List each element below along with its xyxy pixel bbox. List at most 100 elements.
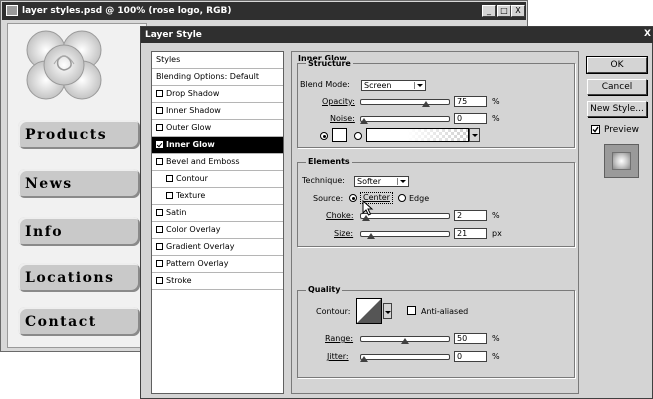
glow-color-swatch[interactable]: [332, 128, 347, 142]
contour-picker-button[interactable]: [383, 303, 392, 319]
style-checkbox[interactable]: [156, 243, 163, 250]
minimize-button[interactable]: _: [482, 5, 496, 17]
opacity-slider-thumb[interactable]: [421, 101, 430, 107]
style-list-label: Satin: [166, 208, 187, 217]
source-edge-radio[interactable]: [398, 194, 406, 202]
gradient-picker-button[interactable]: [469, 128, 480, 142]
style-checkbox[interactable]: [156, 90, 163, 97]
source-center-radio[interactable]: [349, 194, 357, 202]
technique-select[interactable]: Softer: [354, 176, 409, 187]
jitter-unit: %: [492, 352, 500, 361]
nav-button-products[interactable]: Products: [18, 120, 140, 149]
size-label: Size:: [334, 229, 354, 238]
opacity-unit: %: [492, 97, 500, 106]
gradient-fill-radio[interactable]: [354, 132, 362, 140]
contour-label: Contour:: [316, 307, 351, 316]
choke-unit: %: [492, 211, 500, 220]
size-input[interactable]: 21: [454, 228, 487, 239]
dialog-title-bar[interactable]: Layer Style X: [141, 27, 653, 43]
style-list-item[interactable]: Stroke: [152, 273, 283, 290]
style-list-label: Color Overlay: [166, 225, 221, 234]
chevron-down-icon: [383, 309, 392, 316]
opacity-label: Opacity:: [322, 97, 355, 106]
style-list-item[interactable]: Blending Options: Default: [152, 69, 283, 86]
anti-aliased-label: Anti-aliased: [421, 307, 469, 316]
dialog-close-icon[interactable]: X: [644, 29, 653, 41]
gradient-swatch[interactable]: [366, 128, 469, 142]
style-list-label: Gradient Overlay: [166, 242, 235, 251]
mouse-cursor-icon: [362, 200, 374, 216]
noise-slider-thumb[interactable]: [360, 118, 368, 124]
opacity-input[interactable]: 75: [454, 96, 487, 107]
new-style-button[interactable]: New Style...: [587, 101, 647, 117]
jitter-slider-thumb[interactable]: [360, 356, 368, 362]
range-slider-thumb[interactable]: [401, 338, 409, 344]
chevron-down-icon: [470, 132, 479, 139]
style-list-label: Pattern Overlay: [166, 259, 229, 268]
quality-legend: Quality: [306, 285, 343, 294]
preview-checkbox[interactable]: [591, 125, 600, 134]
opacity-slider[interactable]: [360, 99, 450, 105]
jitter-slider[interactable]: [360, 354, 450, 360]
document-title: layer styles.psd @ 100% (rose logo, RGB): [22, 6, 232, 16]
style-list-item[interactable]: Bevel and Emboss: [152, 154, 283, 171]
source-edge-label[interactable]: Edge: [409, 195, 429, 203]
technique-label: Technique:: [302, 176, 345, 185]
style-list-item[interactable]: Texture: [152, 188, 283, 205]
nav-button-info[interactable]: Info: [18, 217, 140, 246]
blend-mode-select[interactable]: Screen: [361, 80, 426, 91]
maximize-button[interactable]: □: [497, 5, 511, 17]
color-fill-radio[interactable]: [320, 132, 328, 140]
noise-label: Noise:: [330, 114, 355, 123]
choke-input[interactable]: 2: [454, 210, 487, 221]
noise-input[interactable]: 0: [454, 113, 487, 124]
style-list-item[interactable]: Satin: [152, 205, 283, 222]
cancel-button[interactable]: Cancel: [587, 79, 647, 95]
style-list-label: Inner Shadow: [166, 106, 221, 115]
style-checkbox[interactable]: [156, 209, 163, 216]
size-unit: px: [492, 229, 502, 238]
nav-button-locations[interactable]: Locations: [18, 263, 140, 292]
choke-label: Choke:: [326, 211, 354, 220]
style-list-item[interactable]: Styles: [152, 52, 283, 69]
anti-aliased-checkbox[interactable]: [407, 306, 416, 315]
ok-button[interactable]: OK: [586, 56, 648, 74]
style-list-item[interactable]: Inner Glow: [152, 137, 283, 154]
style-list-item[interactable]: Outer Glow: [152, 120, 283, 137]
preview-label: Preview: [604, 125, 640, 135]
style-checkbox[interactable]: [156, 277, 163, 284]
jitter-input[interactable]: 0: [454, 351, 487, 362]
style-checkbox[interactable]: [166, 192, 173, 199]
nav-button-contact[interactable]: Contact: [18, 307, 140, 336]
style-list-item[interactable]: Pattern Overlay: [152, 256, 283, 273]
photoshop-document-icon: [6, 5, 18, 16]
noise-slider[interactable]: [360, 116, 450, 122]
chevron-down-icon: [414, 82, 424, 89]
source-label: Source:: [313, 194, 344, 203]
style-list-item[interactable]: Inner Shadow: [152, 103, 283, 120]
document-canvas[interactable]: Products News Info Locations Contact: [7, 23, 147, 348]
style-checkbox[interactable]: [156, 226, 163, 233]
document-title-bar[interactable]: layer styles.psd @ 100% (rose logo, RGB)…: [2, 2, 526, 20]
style-list-item[interactable]: Color Overlay: [152, 222, 283, 239]
style-checkbox[interactable]: [156, 124, 163, 131]
range-unit: %: [492, 334, 500, 343]
style-checkbox[interactable]: [156, 158, 163, 165]
style-list-label: Styles: [156, 55, 181, 64]
style-checkbox[interactable]: [166, 175, 173, 182]
style-checkbox[interactable]: [156, 141, 163, 148]
style-list-label: Contour: [176, 174, 208, 183]
style-checkbox[interactable]: [156, 260, 163, 267]
close-button[interactable]: X: [511, 5, 525, 17]
style-list-item[interactable]: Contour: [152, 171, 283, 188]
style-list-item[interactable]: Gradient Overlay: [152, 239, 283, 256]
style-checkbox[interactable]: [156, 107, 163, 114]
structure-legend: Structure: [306, 59, 353, 68]
range-input[interactable]: 50: [454, 333, 487, 344]
style-list-label: Drop Shadow: [166, 89, 220, 98]
contour-preview-icon[interactable]: [356, 298, 382, 324]
nav-button-news[interactable]: News: [18, 169, 140, 198]
chevron-down-icon: [397, 178, 407, 185]
style-list-item[interactable]: Drop Shadow: [152, 86, 283, 103]
size-slider-thumb[interactable]: [366, 233, 375, 239]
